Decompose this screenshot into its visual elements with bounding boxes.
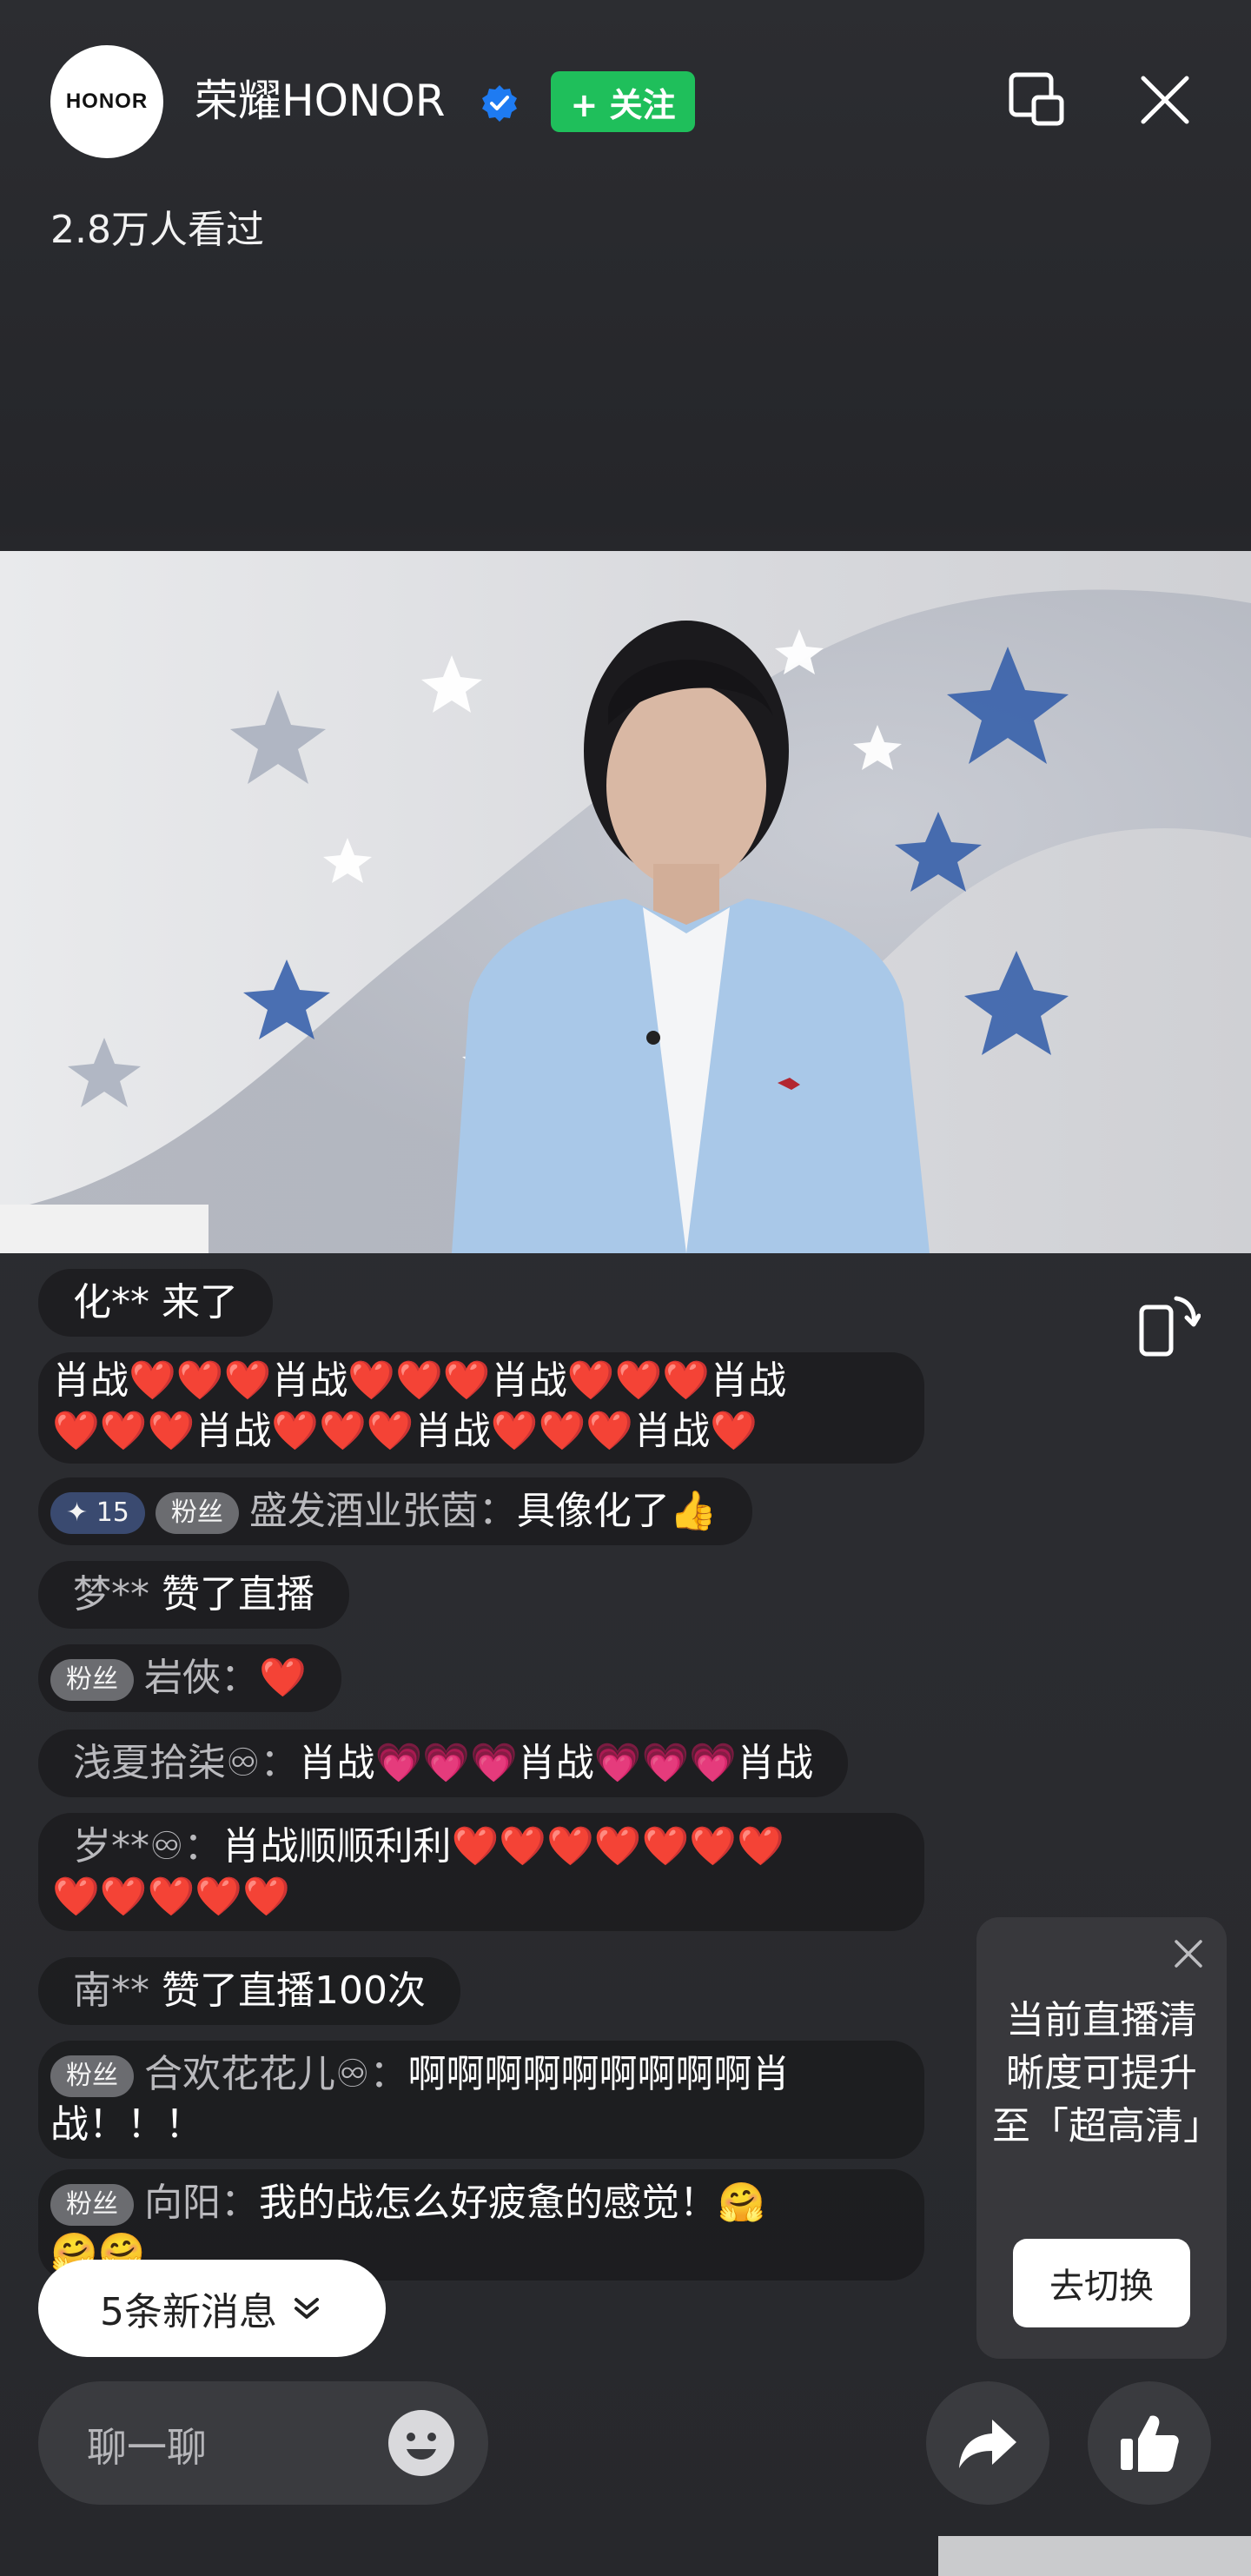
fan-badge: 粉丝 xyxy=(50,1659,134,1701)
username[interactable]: 向阳： xyxy=(144,2181,259,2225)
clarity-prompt: 当前直播清晰度可提升至「超高清」 去切换 xyxy=(976,1917,1227,2359)
like-button[interactable] xyxy=(1088,2381,1211,2505)
system-message: 化** 来了 xyxy=(73,1280,238,1325)
live-video[interactable] xyxy=(0,551,1251,1253)
clarity-message: 当前直播清晰度可提升至「超高清」 xyxy=(992,1998,1221,2148)
username[interactable]: 岩俠： xyxy=(144,1656,259,1700)
list-item: ✦ 15 粉丝 盛发酒业张茵：具像化了👍 xyxy=(38,1477,752,1545)
emoji-icon[interactable] xyxy=(386,2407,457,2479)
bottom-bar: 聊一聊 xyxy=(0,2381,1251,2576)
list-item: 粉丝 合欢花花儿♾：啊啊啊啊啊啊啊啊啊肖 战！！！ xyxy=(38,2041,924,2159)
close-icon[interactable] xyxy=(1169,1935,1208,1973)
message-text: 啊啊啊啊啊啊啊啊啊肖 xyxy=(407,2052,791,2096)
video-frame xyxy=(0,589,1251,1253)
message-text: 赞了直播 xyxy=(162,1572,314,1617)
username[interactable]: 梦** xyxy=(73,1572,149,1617)
message-text: 具像化了👍 xyxy=(516,1489,718,1533)
message-text: 肖战❤️❤️❤️肖战❤️❤️❤️肖战❤️❤️❤️肖战 xyxy=(52,1358,787,1403)
message-text: ❤️ xyxy=(259,1656,307,1700)
username[interactable]: 岁**♾： xyxy=(73,1824,222,1869)
list-item: 肖战❤️❤️❤️肖战❤️❤️❤️肖战❤️❤️❤️肖战 ❤️❤️❤️肖战❤️❤️❤… xyxy=(38,1352,924,1464)
chat-input[interactable]: 聊一聊 xyxy=(38,2381,488,2505)
list-item: 粉丝 岩俠：❤️ xyxy=(38,1644,341,1712)
message-text: ❤️❤️❤️肖战❤️❤️❤️肖战❤️❤️❤️肖战❤️ xyxy=(52,1409,758,1453)
account-name[interactable]: 荣耀HONOR xyxy=(195,73,445,129)
fan-badge: 粉丝 xyxy=(50,2055,134,2097)
chat-input-placeholder: 聊一聊 xyxy=(87,2424,207,2471)
list-item: 岁**♾：肖战顺顺利利❤️❤️❤️❤️❤️❤️❤️ ❤️❤️❤️❤️❤️ xyxy=(38,1813,924,1931)
viewer-count: 2.8万人看过 xyxy=(50,208,264,252)
username[interactable]: 浅夏拾柒♾： xyxy=(73,1741,298,1785)
like-icon xyxy=(1121,2415,1179,2472)
verified-icon xyxy=(482,85,517,122)
message-text: 我的战怎么好疲惫的感觉！🤗 xyxy=(259,2181,765,2225)
share-icon xyxy=(959,2420,1016,2468)
fan-badge: 粉丝 xyxy=(50,2184,134,2226)
fan-badge: 粉丝 xyxy=(155,1492,239,1534)
username[interactable]: 合欢花花儿♾： xyxy=(144,2052,407,2096)
list-item: 化** 来了 xyxy=(38,1269,273,1337)
level-badge: ✦ 15 xyxy=(50,1492,145,1534)
list-item: 浅夏拾柒♾：肖战💗💗💗肖战💗💗💗肖战 xyxy=(38,1730,849,1797)
list-item: 梦** 赞了直播 xyxy=(38,1561,349,1629)
avatar[interactable]: HONOR xyxy=(50,45,163,158)
chevron-down-icon xyxy=(295,2298,319,2319)
message-text: ❤️❤️❤️❤️❤️ xyxy=(52,1875,290,1919)
rotate-icon[interactable] xyxy=(1135,1288,1201,1359)
close-icon[interactable] xyxy=(1135,70,1195,130)
list-item: 南** 赞了直播100次 xyxy=(38,1957,460,2025)
share-button[interactable] xyxy=(926,2381,1049,2505)
follow-button[interactable]: + 关注 xyxy=(551,71,695,132)
switch-quality-button[interactable]: 去切换 xyxy=(1013,2239,1190,2327)
new-messages-button[interactable]: 5条新消息 xyxy=(38,2260,386,2357)
message-text: 战！！！ xyxy=(50,2102,203,2147)
message-text: 赞了直播100次 xyxy=(162,1969,426,2013)
pip-icon[interactable] xyxy=(1006,70,1067,130)
top-bar: HONOR 荣耀HONOR + 关注 2.8万人看过 xyxy=(0,0,1251,252)
new-messages-label: 5条新消息 xyxy=(100,2290,277,2334)
username[interactable]: 南** xyxy=(73,1969,149,2013)
status-strip xyxy=(938,2536,1251,2576)
username[interactable]: 盛发酒业张茵： xyxy=(249,1489,517,1533)
message-text: 肖战顺顺利利❤️❤️❤️❤️❤️❤️❤️ xyxy=(222,1824,784,1869)
message-text: 肖战💗💗💗肖战💗💗💗肖战 xyxy=(298,1741,814,1785)
